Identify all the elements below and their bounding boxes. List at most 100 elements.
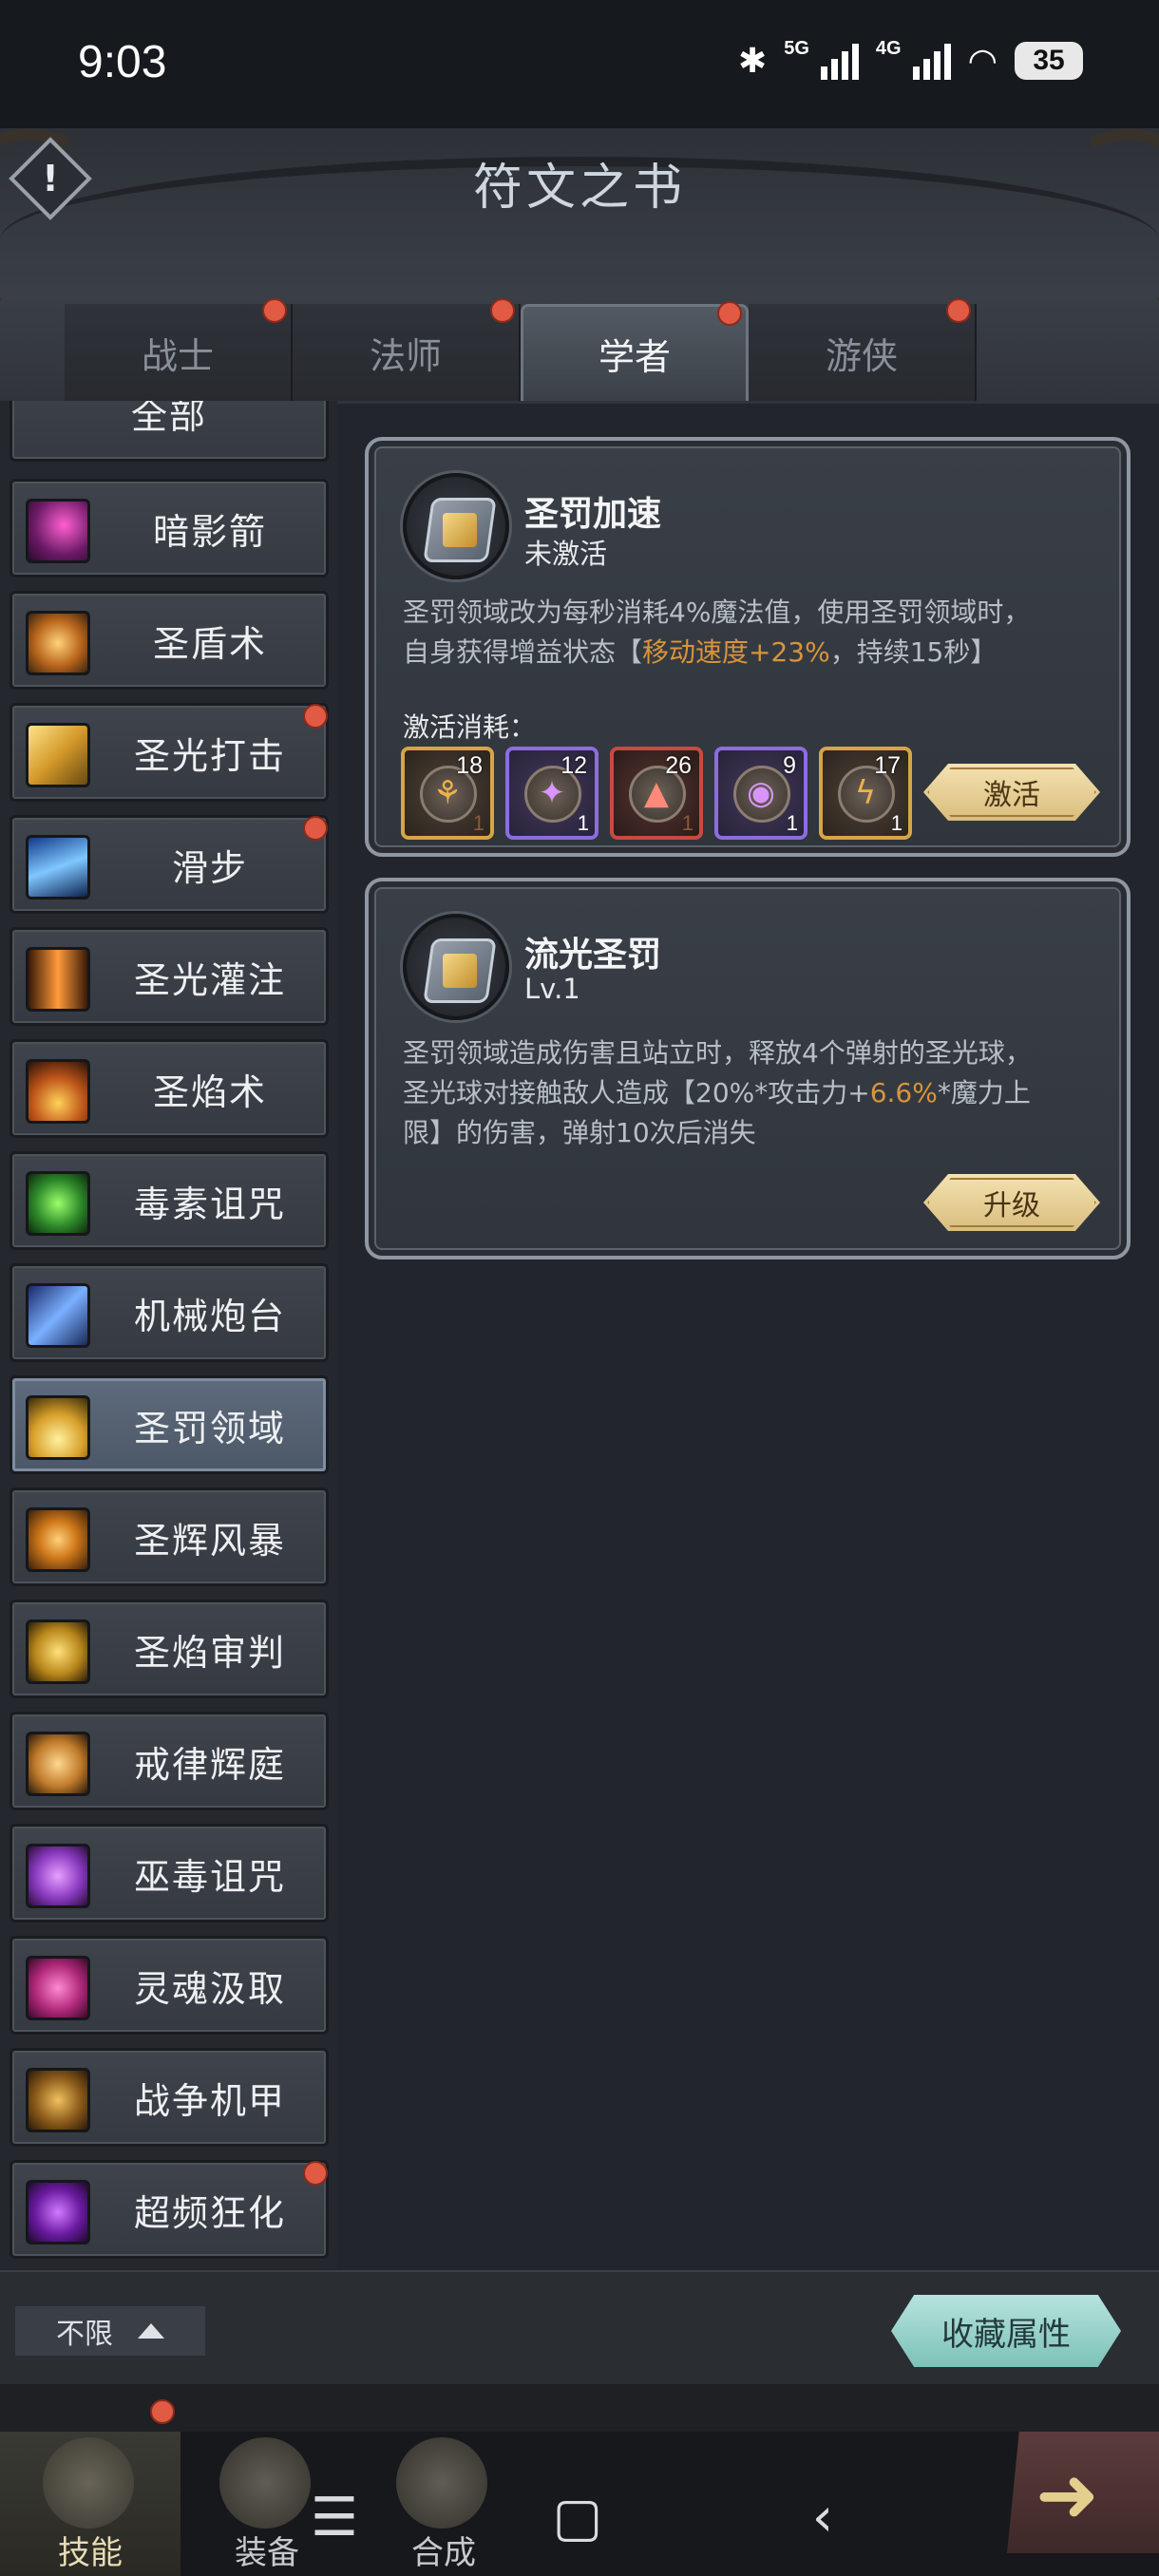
discipline-court-icon [26, 1732, 90, 1796]
skill-label: 圣罚领域 [133, 1407, 286, 1449]
skill-item-war-mech[interactable]: 战争机甲 [10, 2048, 329, 2147]
poison-curse-icon [26, 1171, 90, 1236]
status-icons: ✱ 5G 4G ◠ 35 [738, 38, 1083, 83]
page-title: 符文之书 [472, 160, 686, 217]
status-bar: 9:03 ✱ 5G 4G ◠ 35 [0, 0, 1159, 128]
activate-button[interactable]: 激活 [923, 764, 1100, 821]
overclock-rage-icon [26, 2180, 90, 2245]
rune-slab-icon [403, 473, 509, 579]
skill-item-slide-step[interactable]: 滑步 [10, 815, 329, 914]
skill-item-turret[interactable]: 机械炮台 [10, 1263, 329, 1362]
tab-ranger[interactable]: 游侠 [749, 298, 977, 401]
skill-label: 毒素诅咒 [133, 1183, 286, 1225]
skill-label: 圣盾术 [152, 622, 267, 665]
skill-item-soul-drain[interactable]: 灵魂汲取 [10, 1936, 329, 2035]
rune-card-holy-haste: 圣罚加速 未激活 圣罚领域改为每秒消耗4%魔法值，使用圣罚领域时， 自身获得增益… [365, 437, 1130, 857]
skill-label: 圣光灌注 [133, 958, 286, 1001]
soul-drain-icon [26, 1956, 90, 2020]
skill-label: 圣光打击 [133, 734, 286, 777]
notification-dot [150, 2399, 175, 2424]
bluetooth-icon: ✱ [738, 40, 768, 80]
slide-step-icon [26, 835, 90, 900]
rune-status: 未激活 [524, 538, 608, 570]
tab-mage[interactable]: 法师 [293, 298, 521, 401]
rune-level: Lv.1 [524, 973, 580, 1005]
rune-material-4[interactable]: ◉ 91 [714, 747, 808, 840]
filter-dropdown[interactable]: 不限 [15, 2306, 205, 2356]
skill-item-holy-flame[interactable]: 圣焰术 [10, 1039, 329, 1138]
signal-bars-icon [820, 42, 859, 80]
voodoo-curse-icon [26, 1844, 90, 1908]
filter-bar: 不限 收藏属性 [0, 2270, 1159, 2384]
skill-item-voodoo-curse[interactable]: 巫毒诅咒 [10, 1824, 329, 1923]
skill-label: 戒律辉庭 [133, 1743, 286, 1786]
skill-item-shadow-arrow[interactable]: 暗影箭 [10, 479, 329, 578]
skill-item-all[interactable]: 全部 [10, 401, 329, 462]
home-button[interactable]: ▢ [540, 2479, 616, 2555]
skill-label: 圣焰术 [152, 1070, 267, 1113]
skill-label: 超频狂化 [133, 2191, 286, 2234]
notification-dot [717, 301, 742, 326]
war-mech-icon [26, 2068, 90, 2132]
chevron-up-icon [138, 2323, 164, 2339]
holy-storm-icon [26, 1507, 90, 1572]
skill-item-holy-strike[interactable]: 圣光打击 [10, 703, 329, 802]
skill-label: 滑步 [171, 846, 248, 889]
rune-slab-icon [403, 914, 509, 1020]
holy-strike-icon [26, 723, 90, 787]
upgrade-button[interactable]: 升级 [923, 1174, 1100, 1231]
rune-title: 圣罚加速 [524, 495, 662, 534]
rune-material-3[interactable]: ▲ 26 1 [610, 747, 703, 840]
notification-dot [946, 298, 971, 323]
shadow-arrow-icon [26, 499, 90, 563]
system-nav-bar: ☰ ▢ ‹ [0, 2470, 1159, 2576]
favorite-attributes-button[interactable]: 收藏属性 [891, 2295, 1121, 2367]
notification-dot [262, 298, 287, 323]
signal-4g-label: 4G [875, 38, 902, 59]
skill-label: 圣辉风暴 [133, 1519, 286, 1562]
rune-description: 圣罚领域造成伤害且站立时，释放4个弹射的圣光球， 圣光球对接触敌人造成【20%*… [403, 1037, 1032, 1148]
rune-material-5[interactable]: ϟ 17 1 [819, 747, 912, 840]
skill-item-holy-shield[interactable]: 圣盾术 [10, 591, 329, 690]
skill-item-poison-curse[interactable]: 毒素诅咒 [10, 1151, 329, 1250]
rune-material-2[interactable]: ✦ 12 1 [505, 747, 598, 840]
rune-material-1[interactable]: ⚘ 18 1 [401, 747, 494, 840]
holy-shield-icon [26, 611, 90, 675]
turret-icon [26, 1283, 90, 1348]
skill-item-holy-infusion[interactable]: 圣光灌注 [10, 927, 329, 1026]
skill-label: 战争机甲 [133, 2079, 286, 2122]
skill-label: 全部 [130, 401, 207, 437]
skill-item-holy-domain[interactable]: 圣罚领域 [10, 1375, 329, 1474]
holy-flame-icon [26, 1059, 90, 1124]
activation-cost-label: 激活消耗： [403, 711, 537, 743]
signal-5g-label: 5G [784, 38, 809, 59]
clock: 9:03 [78, 37, 167, 87]
rune-card-flowing-light: 流光圣罚 Lv.1 圣罚领域造成伤害且站立时，释放4个弹射的圣光球， 圣光球对接… [365, 878, 1130, 1260]
holy-judgment-icon [26, 1619, 90, 1684]
skill-label: 暗影箭 [152, 510, 267, 553]
skill-item-overclock-rage[interactable]: 超频狂化 [10, 2160, 329, 2259]
skill-label: 巫毒诅咒 [133, 1855, 286, 1898]
skill-item-holy-storm[interactable]: 圣辉风暴 [10, 1487, 329, 1586]
holy-domain-icon [26, 1395, 90, 1460]
tab-scholar[interactable]: 学者 [521, 301, 749, 401]
notification-dot [303, 704, 328, 729]
tab-warrior[interactable]: 战士 [65, 298, 293, 401]
recents-button[interactable]: ☰ [296, 2479, 372, 2555]
wifi-icon: ◠ [967, 40, 998, 80]
rune-description: 圣罚领域改为每秒消耗4%魔法值，使用圣罚领域时， 自身获得增益状态【移动速度+2… [403, 597, 1031, 668]
skill-item-discipline-court[interactable]: 戒律辉庭 [10, 1712, 329, 1810]
holy-infusion-icon [26, 947, 90, 1012]
skill-label: 圣焰审判 [133, 1631, 286, 1674]
back-button[interactable]: ‹ [785, 2479, 861, 2555]
skill-list[interactable]: 全部 暗影箭 圣盾术 圣光打击 滑步 圣光灌注 圣焰术 毒素诅咒 机械炮台 圣罚… [0, 401, 337, 2270]
class-tabs: 战士 法师 学者 游侠 [65, 298, 977, 401]
signal-bars-icon [912, 42, 951, 80]
skill-label: 机械炮台 [133, 1295, 286, 1337]
notification-dot [303, 816, 328, 841]
skill-label: 灵魂汲取 [133, 1967, 286, 2010]
notification-dot [490, 298, 515, 323]
skill-item-holy-judgment[interactable]: 圣焰审判 [10, 1600, 329, 1698]
battery-icon: 35 [1015, 41, 1083, 80]
rune-title: 流光圣罚 [524, 936, 662, 975]
